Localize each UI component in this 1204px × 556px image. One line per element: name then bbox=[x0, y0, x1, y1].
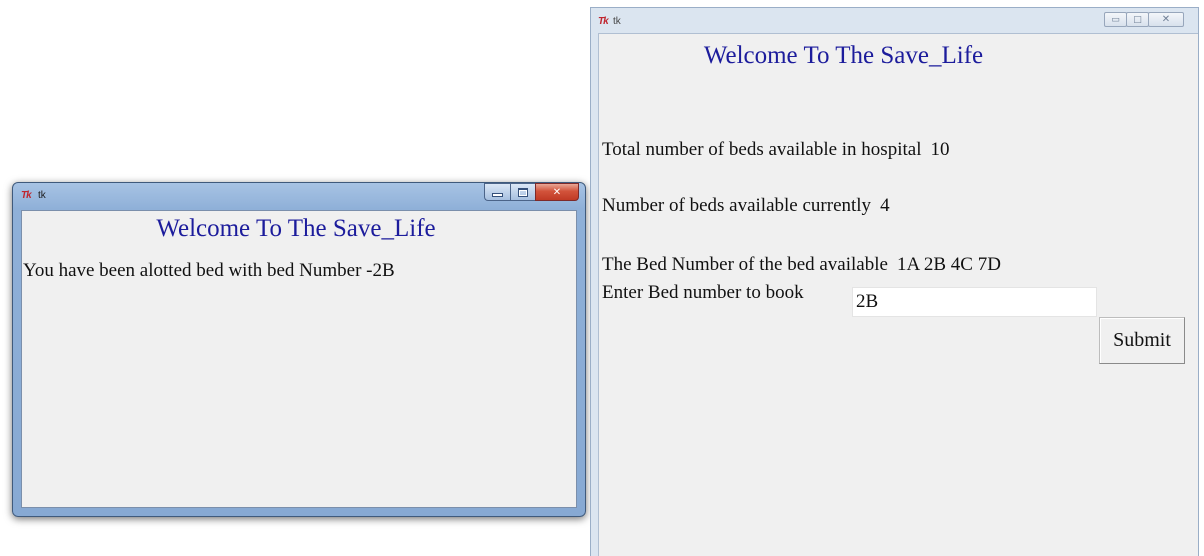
result-window[interactable]: Tk tk ✕ Welcome To The Save_Life You hav… bbox=[12, 182, 586, 517]
submit-button[interactable]: Submit bbox=[1099, 317, 1185, 364]
bed-number-input[interactable]: 2B bbox=[852, 287, 1097, 317]
minimize-icon: ▭ bbox=[1111, 14, 1120, 25]
close-button[interactable]: ✕ bbox=[535, 183, 579, 201]
tk-app-icon: Tk bbox=[21, 190, 32, 201]
available-beds-row: Number of beds available currently 4 bbox=[602, 195, 890, 217]
result-window-titlebar[interactable]: Tk tk ✕ bbox=[13, 183, 585, 209]
window-title: tk bbox=[38, 190, 46, 201]
maximize-button[interactable]: □ bbox=[1126, 12, 1149, 27]
close-button[interactable]: ✕ bbox=[1148, 12, 1184, 27]
caption-buttons: ▭ □ ✕ bbox=[1104, 12, 1184, 27]
bed-numbers-value: 1A 2B 4C 7D bbox=[896, 254, 1001, 275]
total-beds-row: Total number of beds available in hospit… bbox=[602, 139, 949, 161]
welcome-heading: Welcome To The Save_Life bbox=[156, 215, 436, 242]
bed-numbers-label: The Bed Number of the bed available bbox=[602, 254, 888, 275]
bed-numbers-row: The Bed Number of the bed available 1A 2B… bbox=[602, 254, 1001, 276]
total-beds-label: Total number of beds available in hospit… bbox=[602, 139, 922, 160]
booking-window-content: Welcome To The Save_Life Total number of… bbox=[598, 33, 1198, 556]
maximize-icon bbox=[518, 187, 528, 197]
maximize-button[interactable] bbox=[510, 183, 535, 201]
result-window-content: Welcome To The Save_Life You have been a… bbox=[21, 210, 577, 508]
maximize-icon: □ bbox=[1133, 14, 1142, 25]
available-beds-label: Number of beds available currently bbox=[602, 195, 872, 216]
minimize-button[interactable]: ▭ bbox=[1104, 12, 1127, 27]
minimize-button[interactable] bbox=[484, 183, 510, 201]
tk-app-icon: Tk bbox=[598, 16, 609, 27]
window-title: tk bbox=[613, 16, 621, 27]
allotment-message: You have been alotted bed with bed Numbe… bbox=[23, 260, 395, 281]
close-icon: ✕ bbox=[552, 186, 562, 198]
booking-window[interactable]: Tk tk ▭ □ ✕ Welcome To The Save_Life Tot… bbox=[590, 7, 1199, 556]
minimize-icon bbox=[492, 193, 503, 197]
welcome-heading: Welcome To The Save_Life bbox=[703, 42, 984, 69]
total-beds-value: 10 bbox=[930, 139, 950, 160]
book-prompt: Enter Bed number to book bbox=[602, 282, 804, 303]
caption-buttons: ✕ bbox=[484, 183, 579, 201]
available-beds-value: 4 bbox=[880, 195, 890, 216]
close-icon: ✕ bbox=[1161, 14, 1171, 25]
